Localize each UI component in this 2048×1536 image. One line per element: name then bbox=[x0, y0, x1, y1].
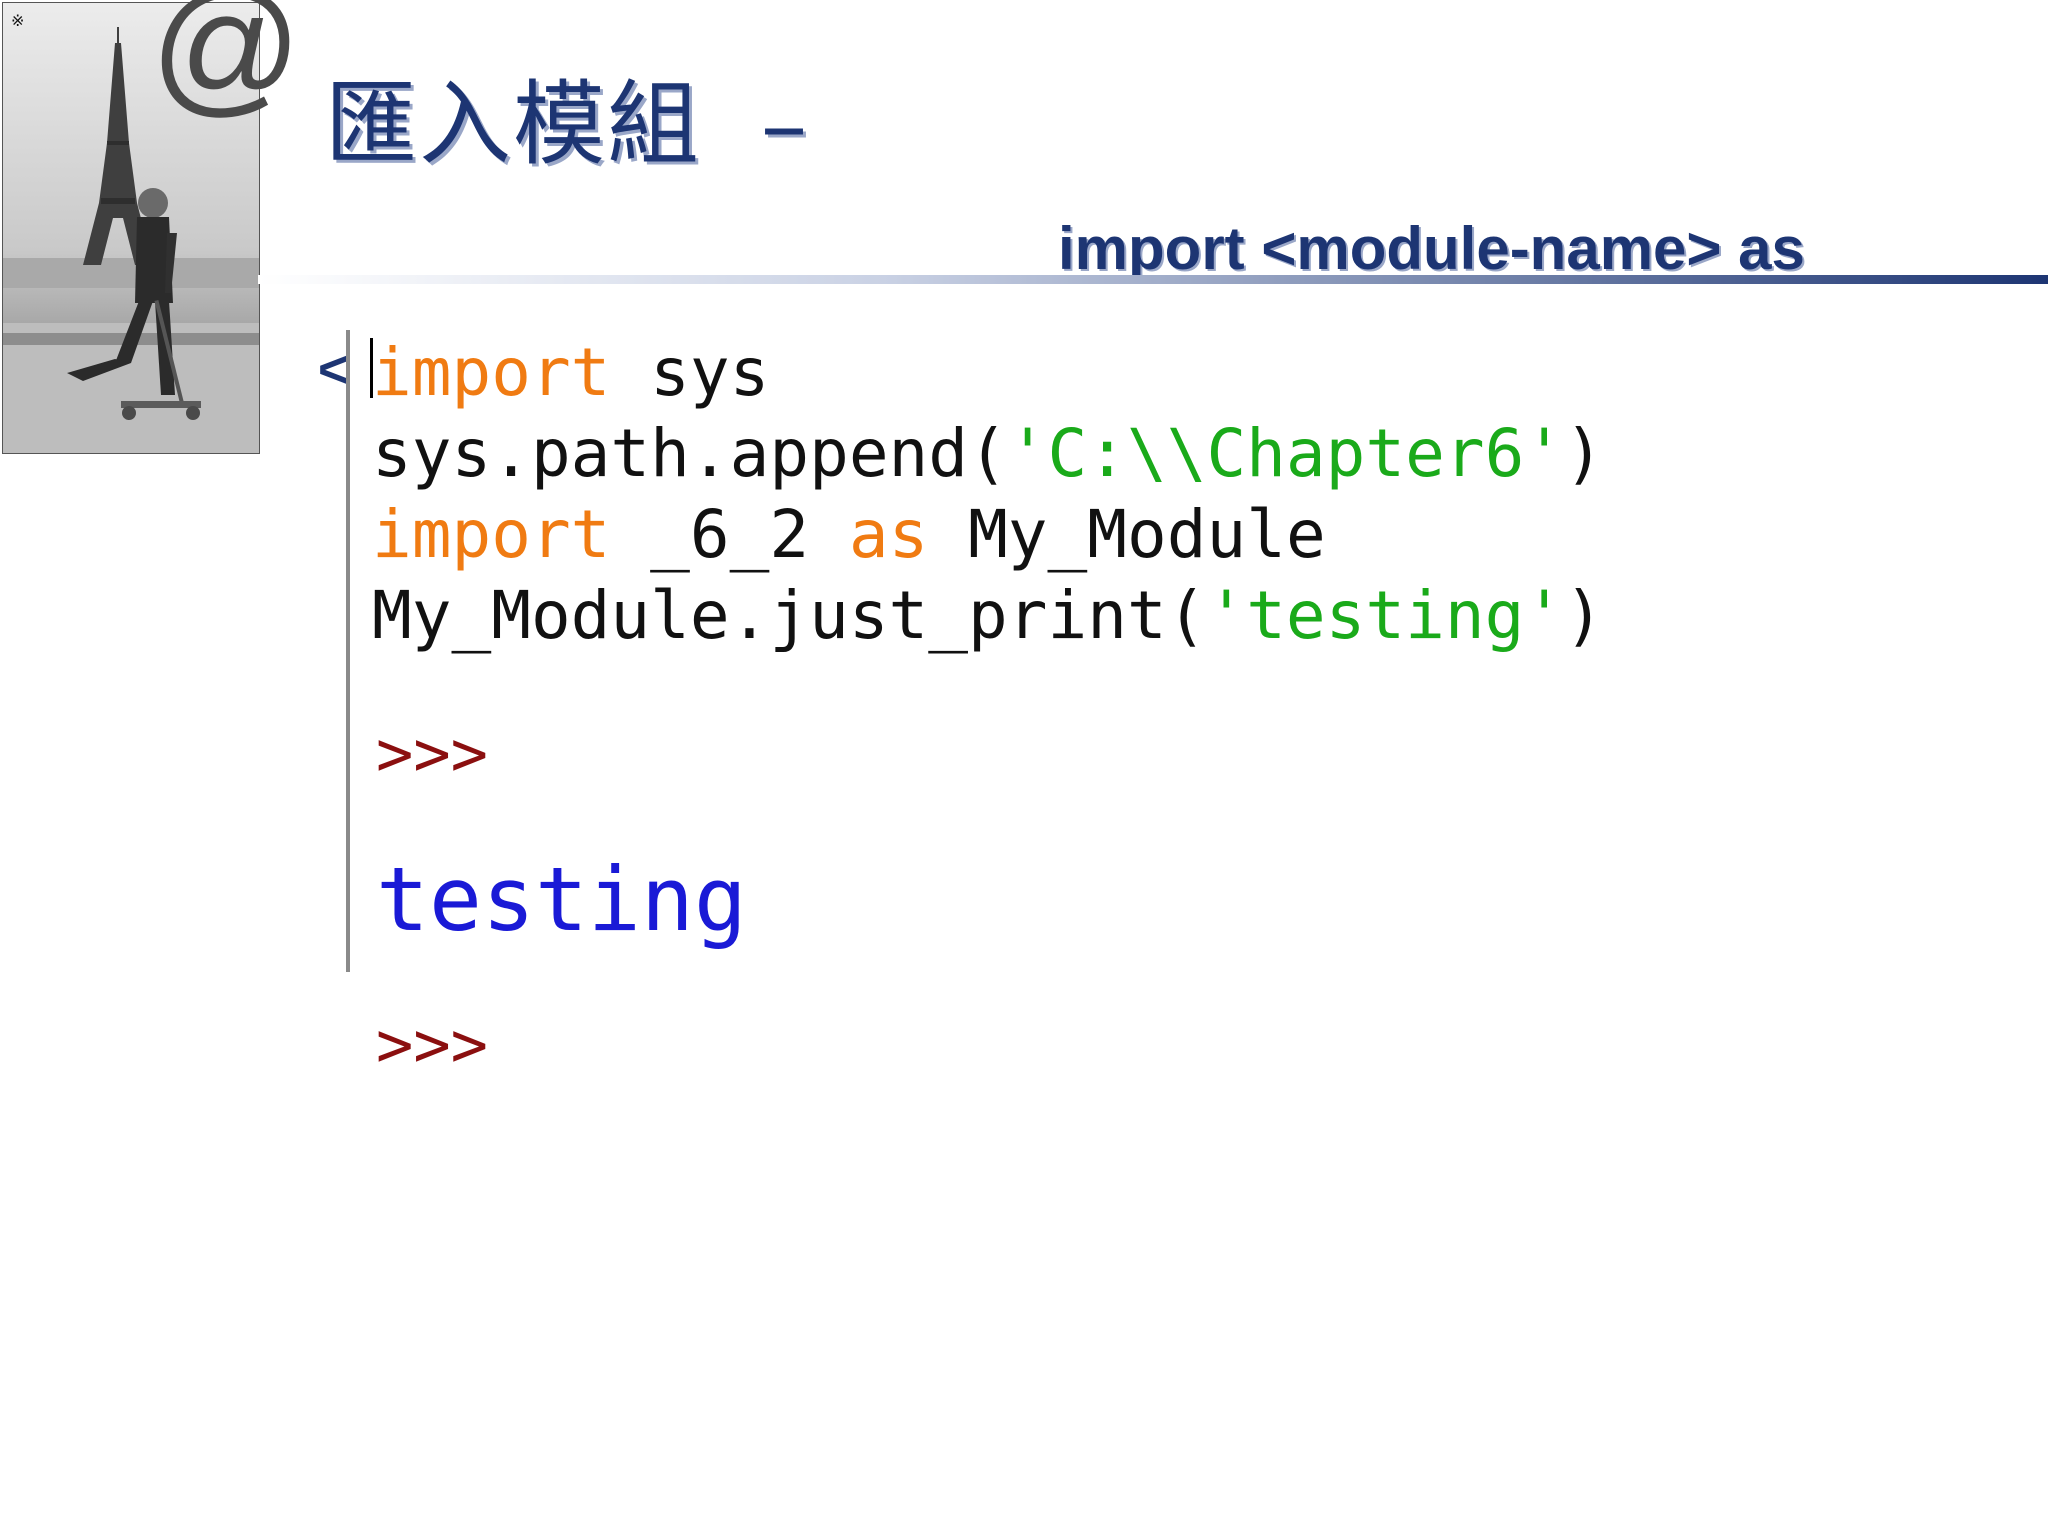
at-sign-logo: @ bbox=[150, 0, 303, 129]
code-string: 'testing' bbox=[1206, 577, 1565, 654]
code-line: import _6_2 as My_Module bbox=[372, 494, 1604, 575]
bullet-icon: < bbox=[318, 341, 349, 399]
code-text: sys bbox=[610, 334, 770, 411]
slide-title: 匯入模組 – bbox=[325, 70, 809, 180]
shell-prompt: >>> bbox=[376, 1008, 488, 1081]
code-text: My_Module.just_print( bbox=[372, 577, 1207, 654]
title-divider bbox=[258, 275, 2048, 284]
code-keyword: as bbox=[848, 496, 929, 573]
code-text: _6_2 bbox=[610, 496, 849, 573]
slide-title-dash: – bbox=[761, 71, 810, 178]
corner-glyph: ※ bbox=[11, 11, 25, 30]
slide-title-text: 匯入模組 bbox=[325, 71, 702, 178]
editor-left-border bbox=[346, 330, 350, 972]
shell-output-text: testing bbox=[376, 848, 747, 951]
code-line: import sys bbox=[372, 332, 1604, 413]
code-text: My_Module bbox=[928, 496, 1326, 573]
shell-output: >>> testing >>> bbox=[376, 676, 747, 1123]
shell-prompt: >>> bbox=[376, 717, 488, 790]
code-keyword: import bbox=[372, 334, 611, 411]
code-text: ) bbox=[1564, 415, 1604, 492]
code-listing: import sys sys.path.append('C:\\Chapter6'… bbox=[372, 332, 1604, 656]
code-text: sys.path.append( bbox=[372, 415, 1008, 492]
slide: ※ @ 匯入模組 – import <module-name> as < impo… bbox=[0, 0, 2048, 1536]
code-keyword: import bbox=[372, 496, 611, 573]
code-text: ) bbox=[1564, 577, 1604, 654]
code-string: 'C:\\Chapter6' bbox=[1007, 415, 1565, 492]
code-line: sys.path.append('C:\\Chapter6') bbox=[372, 413, 1604, 494]
code-line: My_Module.just_print('testing') bbox=[372, 575, 1604, 656]
